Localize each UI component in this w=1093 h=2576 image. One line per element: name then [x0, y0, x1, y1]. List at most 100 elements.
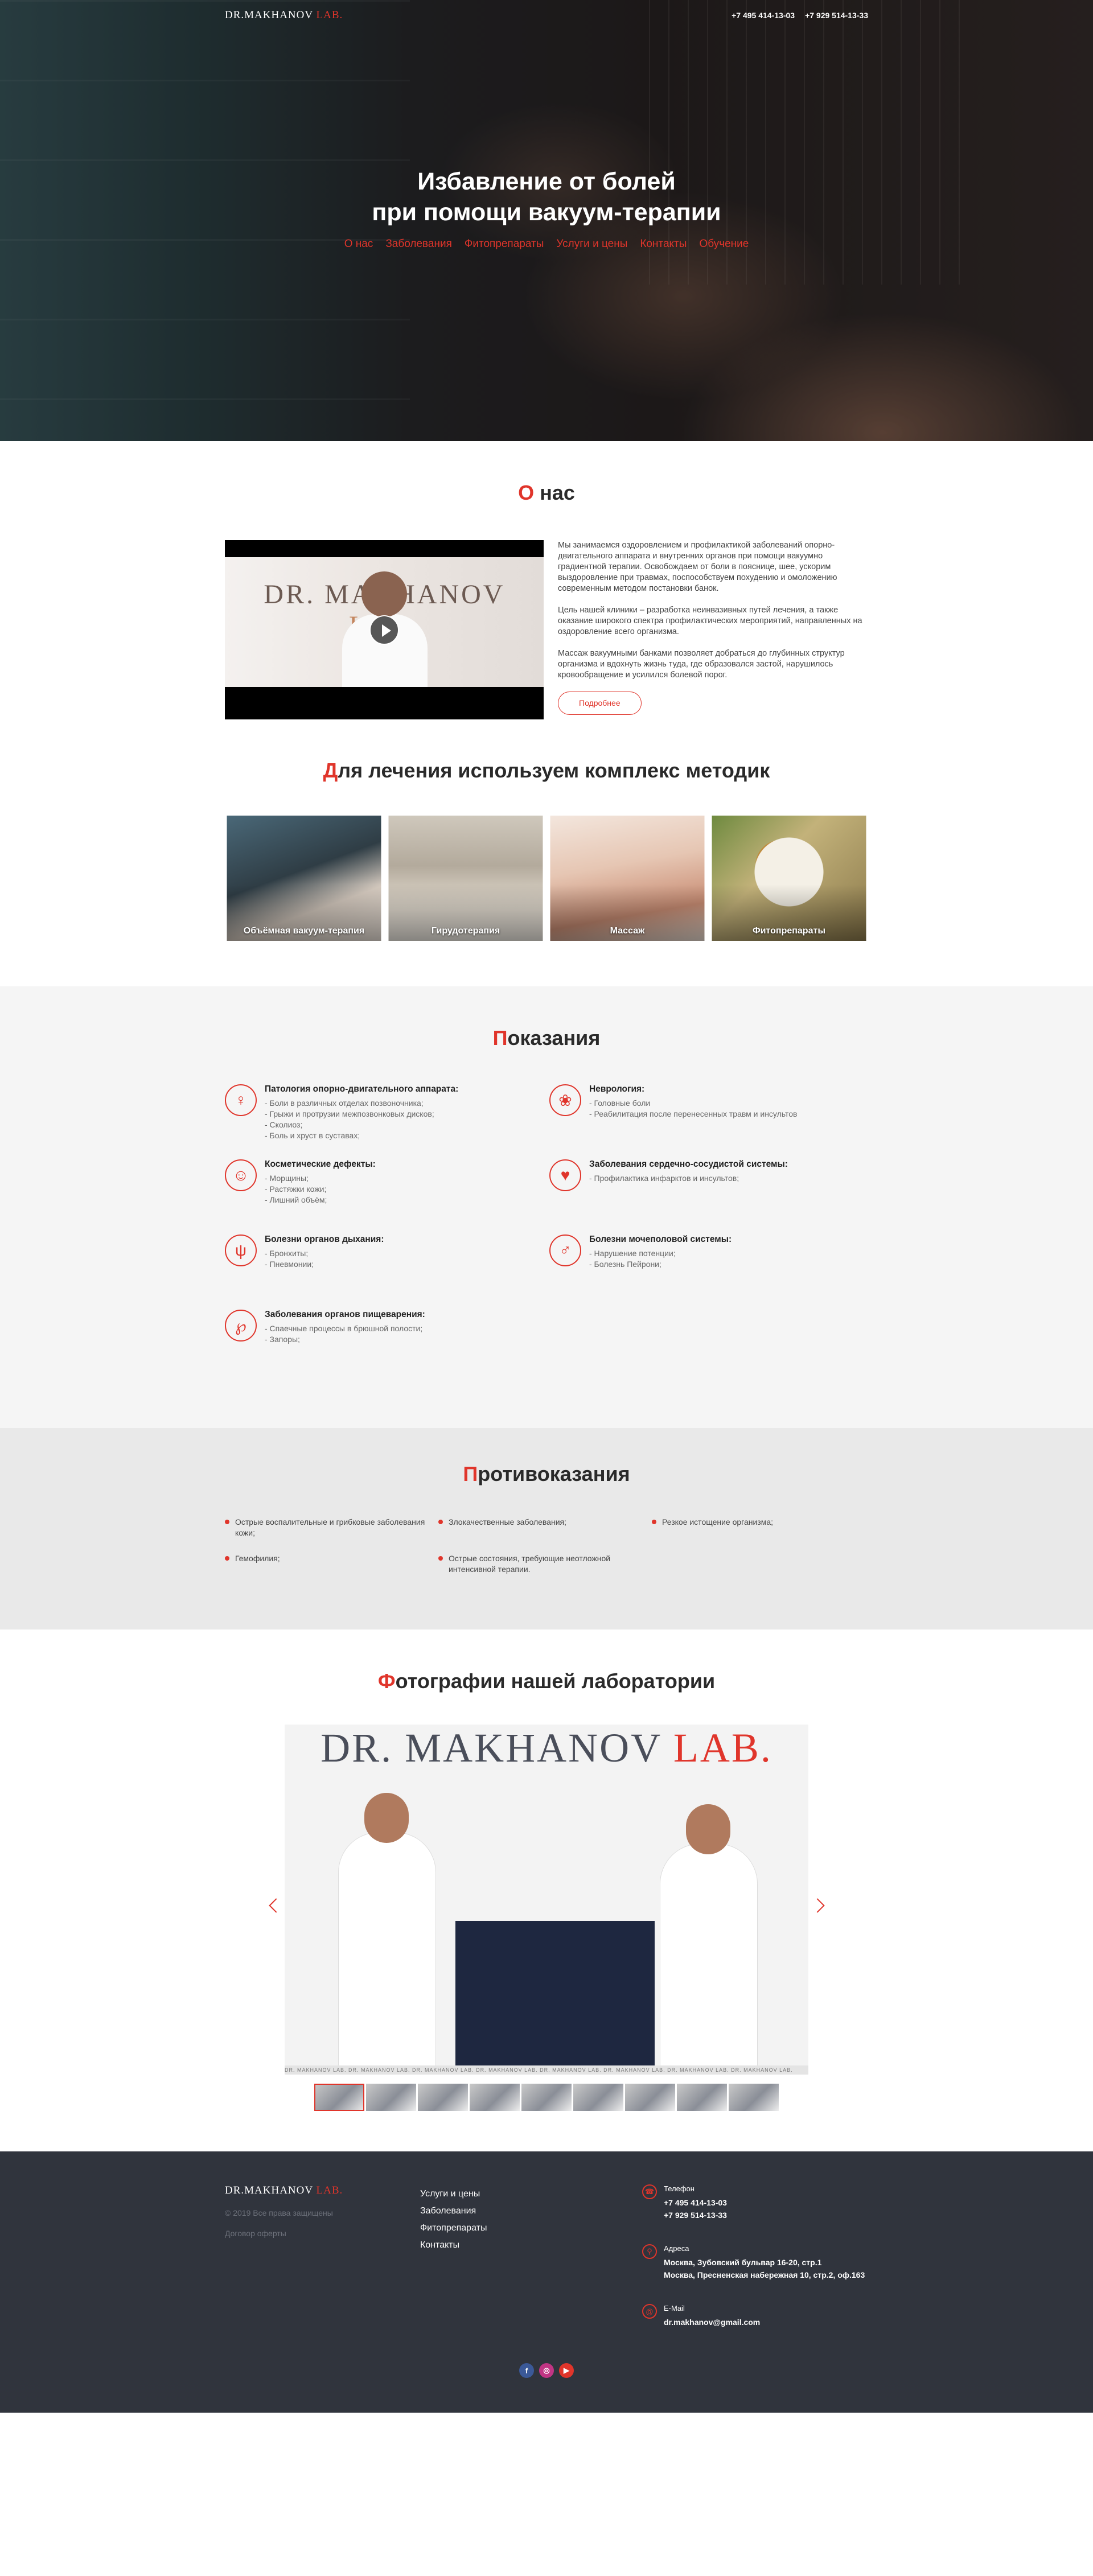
indication-line: - Профилактика инфарктов и инсультов;	[589, 1174, 739, 1183]
more-button[interactable]: Подробнее	[558, 692, 642, 715]
youtube-icon[interactable]: ▶	[559, 2363, 574, 2378]
about-video[interactable]: DR. MAKHANOV LAB.	[225, 540, 544, 719]
photos-title: Фотографии нашей лаборатории	[377, 1669, 716, 1693]
indication-line: - Растяжки кожи;	[265, 1184, 327, 1194]
main-nav: О нас Заболевания Фитопрепараты Услуги и…	[0, 238, 1093, 250]
slider-thumbnail[interactable]	[573, 2084, 623, 2111]
indication-item: ☺ Косметические дефекты: - Морщины; - Растя…	[225, 1159, 549, 1216]
slider-thumbnail[interactable]	[470, 2084, 520, 2111]
indication-line: - Болезнь Пейрони;	[589, 1260, 661, 1269]
footer-link-phyto[interactable]: Фитопрепараты	[420, 2223, 642, 2233]
footer-link-diseases[interactable]: Заболевания	[420, 2206, 642, 2216]
bullet-icon	[438, 1556, 443, 1561]
brain-icon: ❀	[549, 1084, 581, 1116]
slide-brand-text: DR. MAKHANOV LAB.	[320, 1725, 773, 1771]
indication-line: - Лишний объём;	[265, 1195, 327, 1204]
nav-about[interactable]: О нас	[344, 238, 373, 250]
indication-line: - Боли в различных отделах позвоночника;	[265, 1098, 424, 1108]
logo[interactable]: DR.MAKHANOV LAB.	[225, 9, 343, 22]
nav-contacts[interactable]: Контакты	[640, 238, 687, 250]
method-card-vacuum[interactable]: Объёмная вакуум-терапия	[227, 816, 381, 941]
indications-section: Показания ♀ Патология опорно-двигательног…	[0, 986, 1093, 1428]
about-section: О нас DR. MAKHANOV LAB. Мы занимаемся оз…	[0, 441, 1093, 986]
spine-icon: ♀	[225, 1084, 257, 1116]
kidneys-icon: ♂	[549, 1234, 581, 1266]
about-paragraph: Мы занимаемся оздоровлением и профилакти…	[558, 541, 837, 593]
copyright: © 2019 Все права защищены	[225, 2208, 333, 2217]
indication-title: Заболевания сердечно-сосудистой системы:	[589, 1159, 788, 1169]
indication-title: Заболевания органов пищеварения:	[265, 1310, 425, 1319]
method-card-phyto[interactable]: Фитопрепараты	[712, 816, 866, 941]
hero-title: Избавление от болей при помощи вакуум-те…	[372, 168, 721, 226]
footer-logo[interactable]: DR.MAKHANOV LAB.	[225, 2184, 420, 2197]
footer-nav: Услуги и цены Заболевания Фитопрепараты …	[420, 2184, 642, 2351]
about-text: Мы занимаемся оздоровлением и профилакти…	[558, 540, 868, 719]
slider-thumbnail[interactable]	[366, 2084, 416, 2111]
footer-phone-1[interactable]: +7 495 414-13-03	[664, 2196, 727, 2209]
address-2: Москва, Пресненская набережная 10, стр.2…	[664, 2270, 865, 2279]
list-item: Гемофилия;	[225, 1553, 438, 1575]
about-paragraph: Массаж вакуумными банками позволяет добр…	[558, 649, 845, 680]
indication-line: - Пневмонии;	[265, 1260, 314, 1269]
map-pin-icon: ⚲	[642, 2244, 657, 2259]
bullet-icon	[438, 1520, 443, 1524]
footer-link-services[interactable]: Услуги и цены	[420, 2189, 642, 2199]
bullet-icon	[225, 1556, 229, 1561]
photo-slide[interactable]: DR. MAKHANOV LAB. DR. MAKHANOV LAB. DR. …	[285, 1725, 808, 2075]
nav-diseases[interactable]: Заболевания	[385, 238, 452, 250]
lungs-icon: ψ	[225, 1234, 257, 1266]
offer-link[interactable]: Договор оферты	[225, 2229, 420, 2238]
list-item: Резкое истощение организма;	[652, 1517, 868, 1538]
indication-line: - Головные боли	[589, 1098, 651, 1108]
footer-email-block: @ E-Mail dr.makhanov@gmail.com	[642, 2304, 865, 2328]
indication-item: ℘ Заболевания органов пищеварения: - Спаеч…	[225, 1310, 549, 1367]
footer-link-contacts[interactable]: Контакты	[420, 2240, 642, 2250]
contraindications-section: Противоказания Острые воспалительные и г…	[0, 1428, 1093, 1629]
indication-line: - Морщины;	[265, 1174, 309, 1183]
indication-line: - Бронхиты;	[265, 1249, 309, 1258]
header-phone-2[interactable]: +7 929 514-13-33	[805, 11, 868, 20]
method-card-hirudo[interactable]: Гирудотерапия	[388, 816, 543, 941]
slide-brand-strip: DR. MAKHANOV LAB. DR. MAKHANOV LAB. DR. …	[285, 2065, 808, 2075]
indication-title: Болезни мочеполовой системы:	[589, 1234, 732, 1244]
method-card-massage[interactable]: Массаж	[550, 816, 705, 941]
header-phone-1[interactable]: +7 495 414-13-03	[732, 11, 795, 20]
nav-phyto[interactable]: Фитопрепараты	[465, 238, 544, 250]
facebook-icon[interactable]: f	[519, 2363, 534, 2378]
slider-thumbnail[interactable]	[625, 2084, 675, 2111]
slider-thumbnail[interactable]	[418, 2084, 468, 2111]
indication-line: - Грыжи и протрузии межпозвонковых диско…	[265, 1109, 434, 1118]
header-phones: +7 495 414-13-03 +7 929 514-13-33	[732, 11, 868, 20]
slider-thumbnail[interactable]	[521, 2084, 572, 2111]
slider-thumbnail[interactable]	[677, 2084, 727, 2111]
list-item: Острые воспалительные и грибковые заболе…	[225, 1517, 438, 1538]
indication-item: ψ Болезни органов дыхания: - Бронхиты; - Пн…	[225, 1234, 549, 1291]
slider-thumbnail[interactable]	[729, 2084, 779, 2111]
nav-training[interactable]: Обучение	[699, 238, 749, 250]
indications-title: Показания	[492, 1026, 601, 1050]
methods-list: Объёмная вакуум-терапия Гирудотерапия Ма…	[227, 816, 866, 941]
face-icon: ☺	[225, 1159, 257, 1191]
indications-grid: ♀ Патология опорно-двигательного аппарата…	[225, 1084, 868, 1367]
slider-next-arrow-icon[interactable]	[811, 1897, 828, 1914]
slider-thumbnail[interactable]	[314, 2084, 364, 2111]
slider-prev-arrow-icon[interactable]	[266, 1897, 283, 1914]
heart-icon: ♥	[549, 1159, 581, 1191]
instagram-icon[interactable]: ◎	[539, 2363, 554, 2378]
slider-thumbnails	[314, 2084, 779, 2111]
bullet-icon	[652, 1520, 656, 1524]
phone-icon: ☎	[642, 2184, 657, 2199]
indication-item: ❀ Неврология: - Головные боли - Реабилитаци…	[549, 1084, 868, 1141]
footer-phone-2[interactable]: +7 929 514-13-33	[664, 2209, 727, 2221]
about-title: О нас	[518, 481, 575, 504]
list-item: Злокачественные заболевания;	[438, 1517, 652, 1538]
email-link[interactable]: dr.makhanov@gmail.com	[664, 2316, 760, 2328]
indication-line: - Запоры;	[265, 1335, 300, 1344]
indication-line: - Боль и хруст в суставах;	[265, 1131, 360, 1140]
stomach-icon: ℘	[225, 1310, 257, 1342]
indication-title: Неврология:	[589, 1084, 645, 1094]
play-icon[interactable]	[369, 615, 399, 645]
footer-phone-block: ☎ Телефон +7 495 414-13-03 +7 929 514-13…	[642, 2184, 865, 2221]
hero-section: DR.MAKHANOV LAB. +7 495 414-13-03 +7 929…	[0, 0, 1093, 441]
nav-services-prices[interactable]: Услуги и цены	[556, 238, 627, 250]
